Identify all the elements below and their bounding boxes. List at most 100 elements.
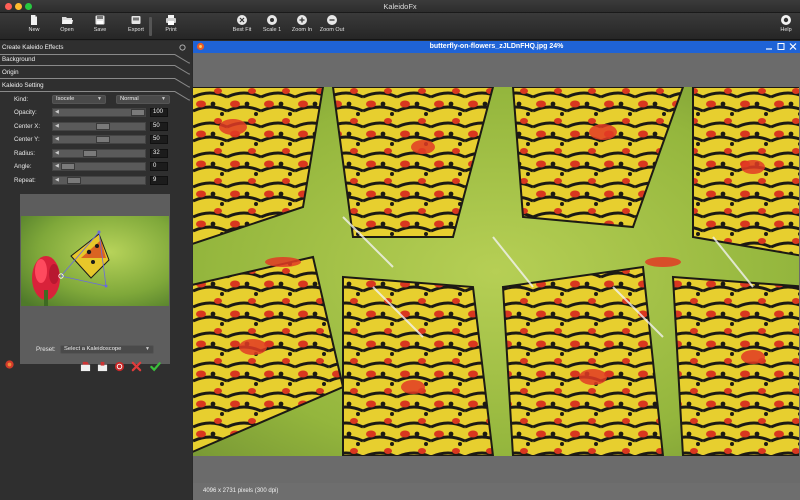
save-button[interactable]: Save (90, 13, 110, 40)
close-doc-icon[interactable] (789, 42, 797, 51)
center-x-slider[interactable]: ◀ (52, 122, 146, 131)
new-button[interactable]: New (24, 13, 44, 40)
preset-select-value: Select a Kaleidoscope (64, 346, 122, 352)
kind-select-value: Isocele (56, 96, 75, 102)
image-canvas[interactable] (193, 53, 800, 483)
slider-thumb[interactable] (61, 163, 75, 170)
document-app-icon (196, 42, 205, 51)
center-x-label: Center X: (14, 123, 41, 130)
apply-checkmark-icon[interactable] (150, 361, 161, 372)
export-label: Export (128, 27, 144, 33)
save-label: Save (93, 27, 107, 33)
slider-thumb[interactable] (96, 123, 110, 130)
help-lifebuoy-icon (781, 15, 791, 25)
cancel-x-icon[interactable] (131, 361, 142, 372)
section-divider (0, 78, 175, 79)
image-dimensions-status: 4096 x 2731 pixels (300 dpi) (203, 488, 279, 494)
arrow-left-icon: ◀ (55, 123, 59, 129)
save-disk-icon (95, 15, 105, 25)
print-label: Print (165, 27, 177, 33)
export-dropdown-handle[interactable] (149, 17, 152, 36)
opacity-label: Opacity: (14, 109, 37, 116)
main-toolbar: New Open Save Export Print Best Fit Scal… (0, 13, 800, 40)
center-y-label: Center Y: (14, 136, 40, 143)
new-label: New (28, 27, 40, 33)
center-x-value-field[interactable]: 50 (150, 122, 168, 131)
minimize-doc-icon[interactable] (765, 42, 773, 51)
print-button[interactable]: Print (161, 13, 181, 40)
zoom-in-icon (297, 15, 307, 25)
preset-select[interactable]: Select a Kaleidoscope ▼ (60, 345, 154, 354)
chevron-down-icon: ▼ (97, 96, 102, 102)
zoom-out-icon (327, 15, 337, 25)
help-label: Help (780, 27, 792, 33)
arrow-left-icon: ◀ (55, 177, 59, 183)
preset-label: Preset: (36, 346, 56, 353)
source-image-thumbnail (21, 216, 169, 306)
zoom-in-button[interactable]: Zoom In (290, 13, 314, 40)
origin-preview[interactable] (20, 194, 170, 364)
angle-label: Angle: (14, 163, 32, 170)
maximize-window-button[interactable] (25, 3, 32, 10)
repeat-label: Repeat: (14, 177, 36, 184)
pin-icon[interactable] (179, 44, 186, 51)
new-document-icon (31, 15, 37, 25)
minimize-window-button[interactable] (15, 3, 22, 10)
best-fit-icon (237, 15, 247, 25)
blend-mode-value: Normal (120, 96, 139, 102)
section-create-label: Create Kaleido Effects (2, 44, 64, 51)
center-y-value-field[interactable]: 50 (150, 135, 168, 144)
radius-slider[interactable]: ◀ (52, 149, 146, 158)
slider-thumb[interactable] (131, 109, 145, 116)
open-label: Open (60, 27, 74, 33)
repeat-slider[interactable]: ◀ (52, 176, 146, 185)
kind-label: Kind: (14, 96, 29, 103)
arrow-left-icon: ◀ (55, 136, 59, 142)
kind-select[interactable]: Isocele ▼ (52, 95, 106, 104)
best-fit-label: Best Fit (232, 27, 252, 33)
radius-value-field[interactable]: 32 (150, 149, 168, 158)
scale-1-button[interactable]: Scale 1 (261, 13, 283, 40)
kaleido-logo-icon (5, 360, 14, 369)
radius-label: Radius: (14, 150, 35, 157)
export-icon (131, 16, 141, 24)
chevron-down-icon: ▼ (145, 346, 150, 352)
zoom-out-button[interactable]: Zoom Out (318, 13, 346, 40)
angle-slider[interactable]: ◀ (52, 162, 146, 171)
best-fit-button[interactable]: Best Fit (231, 13, 253, 40)
close-window-button[interactable] (5, 3, 12, 10)
butterfly-thumbnail-image (21, 216, 169, 306)
zoom-in-label: Zoom In (291, 27, 313, 33)
slider-thumb[interactable] (96, 136, 110, 143)
status-bar: 4096 x 2731 pixels (300 dpi) (193, 483, 800, 500)
angle-value-field[interactable]: 0 (150, 162, 168, 171)
zoom-out-label: Zoom Out (319, 27, 345, 33)
section-divider (0, 65, 175, 66)
arrow-left-icon: ◀ (55, 150, 59, 156)
arrow-left-icon: ◀ (55, 163, 59, 169)
section-create-kaleido-effects[interactable]: Create Kaleido Effects (0, 42, 192, 54)
section-origin-label: Origin (2, 69, 19, 76)
folder-open-icon (62, 17, 73, 24)
blend-mode-select[interactable]: Normal ▼ (116, 95, 170, 104)
save-preset-icon[interactable] (97, 361, 108, 372)
reset-icon[interactable] (114, 361, 125, 372)
export-button[interactable]: Export (124, 13, 148, 40)
repeat-value-field[interactable]: 9 (150, 176, 168, 185)
center-y-slider[interactable]: ◀ (52, 135, 146, 144)
opacity-value-field[interactable]: 100 (150, 108, 168, 117)
help-button[interactable]: Help (776, 13, 796, 40)
effects-panel: Create Kaleido Effects Background Origin… (0, 41, 192, 500)
section-divider (0, 91, 175, 92)
maximize-doc-icon[interactable] (777, 42, 785, 51)
section-kaleido-setting-label: Kaleido Setting (2, 82, 44, 89)
kaleidoscope-result-image (193, 87, 799, 456)
opacity-slider[interactable]: ◀ (52, 108, 146, 117)
document-title: butterfly-on-flowers_zJLDnFHQ.jpg 24% (429, 43, 564, 50)
open-button[interactable]: Open (57, 13, 77, 40)
chevron-down-icon: ▼ (161, 96, 166, 102)
load-preset-icon[interactable] (80, 361, 91, 372)
document-titlebar: butterfly-on-flowers_zJLDnFHQ.jpg 24% (193, 41, 800, 53)
slider-thumb[interactable] (83, 150, 98, 157)
slider-thumb[interactable] (67, 177, 82, 184)
